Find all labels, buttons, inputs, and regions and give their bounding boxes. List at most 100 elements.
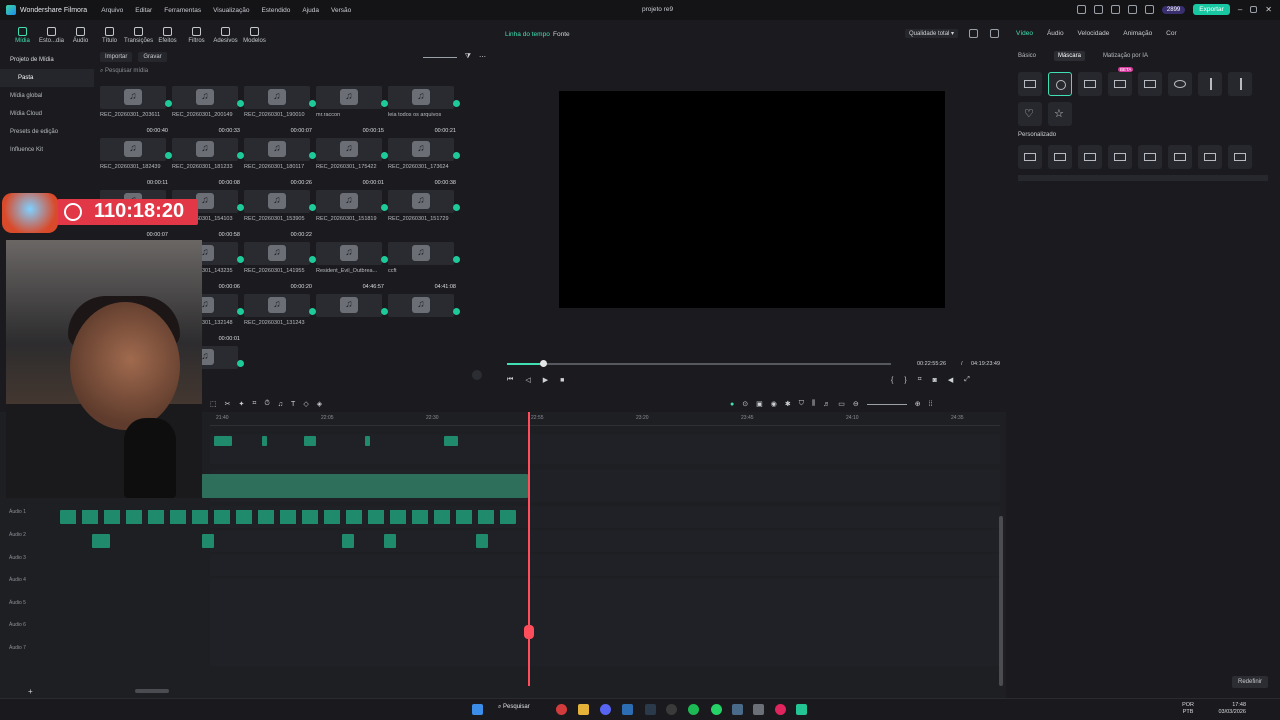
track-audio-1[interactable] (60, 506, 1000, 528)
clip[interactable] (444, 436, 458, 446)
marker-add-icon[interactable]: ▣ (756, 400, 763, 408)
video-canvas[interactable] (559, 91, 945, 308)
tab-filtros[interactable]: Filtros (182, 27, 211, 48)
menu-versao[interactable]: Versão (331, 7, 351, 14)
custom-pen-icon[interactable] (1018, 145, 1042, 169)
tab-midia[interactable]: Mídia (8, 27, 37, 48)
playhead-handle[interactable] (524, 625, 534, 639)
close-icon[interactable]: ✕ (1265, 5, 1272, 14)
media-tile[interactable]: ♫ 00:00:01 REC_20260301_151819 (316, 180, 388, 222)
stop-icon[interactable]: ■ (560, 377, 564, 384)
track-audio-5[interactable] (210, 600, 1000, 622)
media-tile[interactable]: ♫ 00:00:38 REC_20260301_151729 (388, 180, 460, 222)
prev-frame-icon[interactable]: ⏮ (507, 376, 513, 384)
menu-ferramentas[interactable]: Ferramentas (164, 7, 201, 14)
vscode-icon[interactable] (732, 704, 743, 715)
notification-icon[interactable] (1144, 5, 1154, 14)
media-tile[interactable]: ♫ 00:00:22 REC_20260301_141955 (244, 232, 316, 274)
mask-none-icon[interactable] (1048, 72, 1072, 96)
media-tile[interactable]: ♫ ccft (388, 242, 460, 274)
clip[interactable] (214, 436, 232, 446)
app-icon[interactable] (645, 704, 656, 715)
marker-icon[interactable]: ◇ (303, 400, 308, 408)
zoom-in-icon[interactable]: ⊕ (915, 400, 921, 408)
tab-animacao[interactable]: Animação (1123, 30, 1152, 37)
tab-fonte[interactable]: Fonte (553, 31, 570, 38)
tab-video[interactable]: Vídeo (1016, 30, 1033, 37)
timeline-ruler[interactable]: 21:40 22:05 22:30 22:55 23:20 23:45 24:10 24:35 (210, 412, 1000, 426)
mixer-icon[interactable]: ⫼ (812, 400, 815, 408)
media-tile[interactable]: ♫ 00:00:21 REC_20260301_173624 (388, 128, 460, 170)
app3-icon[interactable] (775, 704, 786, 715)
snapshot-icon[interactable] (990, 29, 999, 38)
discord-icon[interactable] (600, 704, 611, 715)
windows-start-icon[interactable] (472, 704, 483, 715)
mask-double-line-icon[interactable] (1228, 72, 1252, 96)
zoom-slider[interactable] (422, 56, 457, 58)
fullscreen-icon[interactable]: ⤢ (964, 376, 970, 384)
track-overlay[interactable] (210, 434, 1000, 464)
menu-ajuda[interactable]: Ajuda (302, 7, 319, 14)
tab-efeitos[interactable]: Efeitos (153, 27, 182, 48)
reset-button[interactable]: Redefinir (1231, 676, 1268, 688)
track-audio-6[interactable] (210, 622, 1000, 644)
volume-icon[interactable]: ◀ (948, 376, 953, 384)
beat-icon[interactable]: ♬ (823, 401, 830, 408)
tab-linha-do-tempo[interactable]: Linha do tempo (505, 31, 550, 38)
media-tile[interactable]: ♫ 00:00:20 REC_20260301_131243 (244, 284, 316, 326)
media-tile[interactable]: ♫ Resident_Evil_Outbrea... (316, 242, 388, 274)
media-tile[interactable]: ♫ 00:00:07 REC_20260301_180117 (244, 128, 316, 170)
timeline-hscrollbar[interactable] (135, 689, 169, 693)
keyframe-icon[interactable]: ◈ (317, 400, 322, 408)
media-tile[interactable]: ♫ 00:00:15 REC_20260301_175422 (316, 128, 388, 170)
menu-visualizacao[interactable]: Visualização (213, 7, 249, 14)
ai-tools-icon[interactable]: ✦ (239, 400, 245, 408)
clip[interactable] (262, 436, 267, 446)
text-tool-icon[interactable]: T (291, 401, 295, 408)
system-clock[interactable]: 17:48 03/03/2026 (1218, 702, 1246, 716)
filter-icon[interactable]: ⧩ (465, 53, 471, 61)
custom-mask-2-icon[interactable] (1078, 145, 1102, 169)
search-input[interactable]: ⌕ Pesquisar mídia (100, 68, 488, 78)
media-tile[interactable]: ♫ 00:00:40 REC_20260301_182439 (100, 128, 172, 170)
custom-mask-3-icon[interactable] (1108, 145, 1132, 169)
gift-icon[interactable] (1076, 5, 1086, 14)
layout-icon[interactable] (1127, 5, 1137, 14)
mask-brush-icon[interactable] (1078, 72, 1102, 96)
app2-icon[interactable] (753, 704, 764, 715)
mask-import-icon[interactable] (1018, 72, 1042, 96)
sidebar-item-midia-global[interactable]: Mídia global (0, 87, 94, 105)
tab-transicoes[interactable]: Transições (124, 27, 153, 48)
playhead[interactable] (528, 412, 530, 686)
taskbar-search[interactable]: ⌕ Pesquisar (498, 704, 530, 714)
crop-tool-icon[interactable]: ⌗ (252, 400, 256, 408)
display-icon[interactable] (969, 29, 978, 38)
quality-select[interactable]: Qualidade total ▾ (905, 29, 959, 38)
select-tool-icon[interactable]: ⬚ (210, 400, 217, 408)
credits-badge[interactable]: 2899 (1161, 5, 1186, 14)
tab-modelos[interactable]: Modelos (240, 27, 269, 48)
mark-out-icon[interactable]: } (904, 377, 906, 384)
camera-icon[interactable]: ◙ (933, 377, 937, 384)
media-tile[interactable]: ♫ REC_20260301_203611 (100, 86, 172, 118)
tab-velocidade[interactable]: Velocidade (1078, 30, 1110, 37)
custom-mask-5-icon[interactable] (1168, 145, 1192, 169)
crop-icon[interactable]: ⌗ (918, 376, 922, 384)
record-button[interactable]: Gravar (138, 52, 167, 62)
track-audio-4[interactable] (210, 578, 1000, 600)
sidebar-item-influence-kit[interactable]: Influence Kit (0, 141, 94, 159)
media-tile[interactable]: ♫ 00:00:26 REC_20260301_153905 (244, 180, 316, 222)
sidebar-item-presets[interactable]: Presets de edição (0, 123, 94, 141)
track-audio-7[interactable] (210, 644, 1000, 666)
subtab-matizacao[interactable]: Matização por IA (1099, 51, 1152, 61)
menu-estendido[interactable]: Estendido (261, 7, 290, 14)
audio-clip[interactable] (476, 534, 488, 548)
mask-heart-icon[interactable]: ♡ (1018, 102, 1042, 126)
more-icon[interactable]: ⋯ (479, 53, 486, 61)
custom-mask-7-icon[interactable] (1228, 145, 1252, 169)
step-back-icon[interactable]: ◁ (525, 376, 530, 384)
record-voice-icon[interactable]: ◉ (771, 400, 777, 408)
ai-audio-icon[interactable]: ✱ (785, 400, 791, 408)
custom-mask-4-icon[interactable] (1138, 145, 1162, 169)
subtab-basico[interactable]: Básico (1014, 51, 1040, 61)
